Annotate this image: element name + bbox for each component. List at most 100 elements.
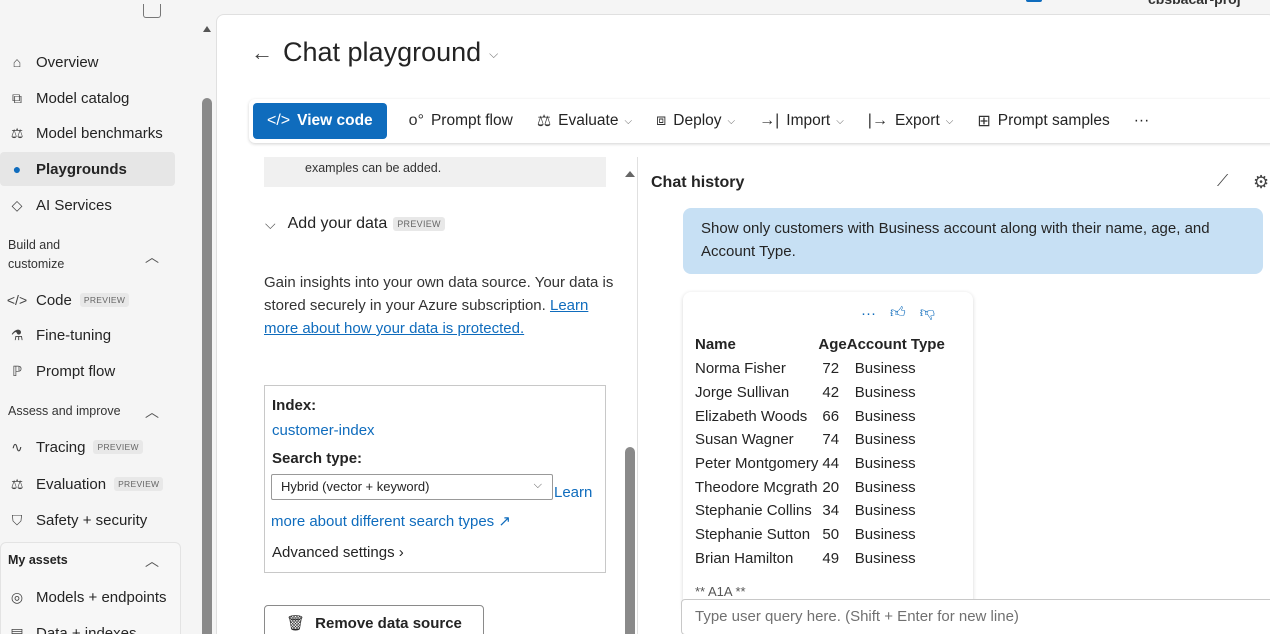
index-link[interactable]: customer-index xyxy=(272,422,375,439)
prompt-flow-label: Prompt flow xyxy=(430,112,513,129)
scroll-up-arrow-icon[interactable] xyxy=(625,171,635,177)
table-cell-age: 72 xyxy=(822,360,840,378)
table-row: Brian Hamilton 49 Business xyxy=(695,547,945,571)
nav-item-label: Playgrounds xyxy=(36,160,127,178)
nav-scrollbar[interactable] xyxy=(200,20,214,634)
nav-item-label: Models + endpoints xyxy=(36,588,167,606)
table-row: Susan Wagner 74 Business xyxy=(695,428,945,452)
index-label: Index: xyxy=(272,397,317,414)
table-cell-name: Elizabeth Woods xyxy=(695,407,808,425)
thumbs-up-icon[interactable]: 👍︎ xyxy=(890,304,906,322)
table-cell-age: 34 xyxy=(822,502,840,520)
table-footer-text: ** A1A ** xyxy=(695,584,746,599)
collapse-nav-icon[interactable] xyxy=(143,4,161,18)
nav-item-label: Data + indexes xyxy=(36,624,137,634)
table-cell-type: Business xyxy=(854,407,916,425)
column-header: Age xyxy=(818,336,847,353)
table-row: Peter Montgomery 44 Business xyxy=(695,452,945,476)
project-name[interactable]: cbsbacar-proj xyxy=(1148,0,1241,7)
chevron-down-icon: ⌵ xyxy=(727,115,736,127)
remove-data-source-button[interactable]: 🗑 Remove data source xyxy=(264,605,484,634)
search-type-select[interactable]: Hybrid (vector + keyword) ⌵ xyxy=(271,474,553,500)
benchmarks-icon: ⚖ xyxy=(10,124,24,141)
view-code-button[interactable]: </> View code xyxy=(253,103,387,139)
import-icon: →| xyxy=(759,112,780,129)
nav-item-label: Fine-tuning xyxy=(36,326,112,344)
import-button[interactable]: →| Import ⌵ xyxy=(759,112,844,130)
table-cell-type: Business xyxy=(854,455,916,473)
table-row: Theodore Mcgrath 20 Business xyxy=(695,475,945,499)
chevron-down-icon: ⌵ xyxy=(265,215,276,232)
table-row: Elizabeth Woods 66 Business xyxy=(695,404,945,428)
table-row: Stephanie Collins 34 Business xyxy=(695,499,945,523)
prompt-samples-button[interactable]: ⊞ Prompt samples xyxy=(977,111,1109,131)
scroll-thumb[interactable] xyxy=(625,447,635,634)
table-cell-type: Business xyxy=(854,360,916,378)
table-cell-name: Norma Fisher xyxy=(695,360,786,378)
thumbs-down-icon[interactable]: 👎︎ xyxy=(920,304,935,322)
advanced-settings-label: Advanced settings xyxy=(272,544,395,561)
back-arrow-icon[interactable]: ← xyxy=(251,40,273,66)
evaluate-button[interactable]: ⚖ Evaluate ⌵ xyxy=(537,111,632,131)
scroll-thumb[interactable] xyxy=(202,98,212,634)
nav-item-prompt-flow[interactable]: ℙ Prompt flow xyxy=(0,354,175,388)
overview-icon: ⌂ xyxy=(12,54,22,70)
table-cell-age: 49 xyxy=(822,549,840,567)
chevron-up-icon[interactable]: ︿ xyxy=(145,402,159,422)
project-icon xyxy=(1026,0,1042,2)
table-cell-type: Business xyxy=(854,502,916,520)
setup-scrollbar[interactable] xyxy=(623,165,637,634)
table-cell-type: Business xyxy=(854,384,916,402)
models-icon: ◎ xyxy=(10,588,24,605)
nav-item-playgrounds[interactable]: ● Playgrounds xyxy=(0,152,175,186)
nav-item-code[interactable]: </> Code PREVIEW xyxy=(0,283,175,317)
chevron-right-icon: › xyxy=(398,544,404,561)
section-build-customize: Build and customize xyxy=(8,238,65,271)
code-icon: </> xyxy=(6,292,28,308)
table-cell-type: Business xyxy=(854,526,916,544)
advanced-settings-link[interactable]: Advanced settings › xyxy=(272,544,404,561)
nav-item-data-indexes[interactable]: ▤ Data + indexes xyxy=(0,616,180,634)
view-code-label: View code xyxy=(297,112,373,129)
table-cell-type: Business xyxy=(854,478,916,496)
gear-icon[interactable]: ⚙ xyxy=(1253,172,1269,193)
more-options-button[interactable]: ··· xyxy=(1134,112,1150,130)
flask-icon: ⚗ xyxy=(10,326,24,343)
more-icon[interactable]: ··· xyxy=(861,305,876,322)
page-header: ← Chat playground ⌵ xyxy=(251,37,498,68)
nav-item-fine-tuning[interactable]: ⚗ Fine-tuning xyxy=(0,318,175,352)
add-your-data-header[interactable]: ⌵ Add your data PREVIEW xyxy=(265,215,445,233)
nav-item-overview[interactable]: ⌂ Overview xyxy=(0,45,175,79)
chevron-down-icon[interactable]: ⌵ xyxy=(489,47,498,62)
table-cell-age: 50 xyxy=(822,526,840,544)
table-cell-name: Susan Wagner xyxy=(695,431,794,449)
code-icon: </> xyxy=(267,112,291,129)
setup-pane: examples can be added. ⌵ Add your data P… xyxy=(249,157,623,634)
grid-icon: ⊞ xyxy=(977,113,991,130)
prompt-flow-button[interactable]: o° Prompt flow xyxy=(409,112,513,130)
column-header: Name xyxy=(695,336,736,353)
table-cell-name: Theodore Mcgrath xyxy=(695,478,818,496)
deploy-button[interactable]: ⧈ Deploy ⌵ xyxy=(656,112,735,130)
chat-input[interactable]: Type user query here. (Shift + Enter for… xyxy=(681,599,1270,634)
nav-item-model-catalog[interactable]: ⧉ Model catalog xyxy=(0,81,175,115)
search-type-label: Search type: xyxy=(272,450,363,467)
add-your-data-title: Add your data xyxy=(287,215,388,232)
nav-item-tracing[interactable]: ∿ Tracing PREVIEW xyxy=(0,430,175,464)
cube-icon: ⧈ xyxy=(656,112,667,129)
chevron-up-icon[interactable]: ︿ xyxy=(145,551,159,571)
nav-item-ai-services[interactable]: ◇ AI Services xyxy=(0,188,175,222)
nav-item-models-endpoints[interactable]: ◎ Models + endpoints xyxy=(0,580,180,614)
export-button[interactable]: |→ Export ⌵ xyxy=(868,112,954,130)
preview-badge: PREVIEW xyxy=(114,477,164,491)
scroll-up-arrow-icon[interactable] xyxy=(203,26,211,32)
pane-divider[interactable] xyxy=(637,157,638,634)
chevron-up-icon[interactable]: ︿ xyxy=(145,247,159,267)
table-cell-age: 20 xyxy=(822,478,840,496)
nav-item-model-benchmarks[interactable]: ⚖ Model benchmarks xyxy=(0,116,175,150)
nav-item-evaluation[interactable]: ⚖ Evaluation PREVIEW xyxy=(0,467,175,501)
table-cell-name: Stephanie Collins xyxy=(695,502,812,520)
nav-item-label: Prompt flow xyxy=(36,362,116,380)
nav-item-safety-security[interactable]: ⛉ Safety + security xyxy=(0,503,175,537)
clear-chat-icon[interactable]: ⟋ xyxy=(1217,173,1228,191)
